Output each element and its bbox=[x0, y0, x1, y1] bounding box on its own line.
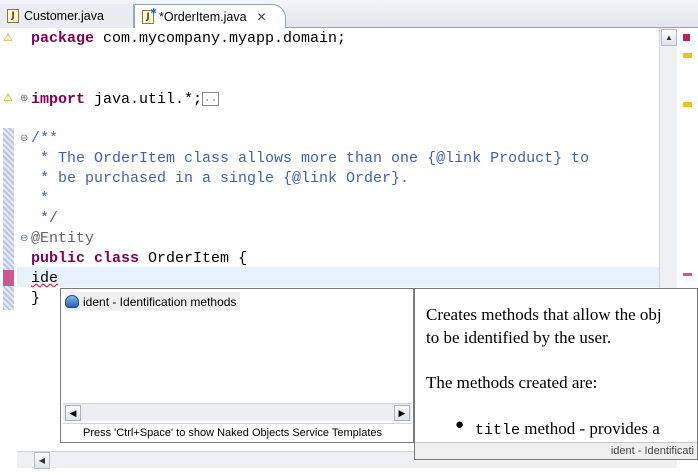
warning-icon[interactable]: ⚠ bbox=[3, 32, 15, 44]
tab-customer-java[interactable]: J Customer.java bbox=[0, 4, 134, 28]
doc-popup-footer: ident - Identificati bbox=[415, 442, 697, 459]
warning-marker[interactable] bbox=[683, 53, 692, 58]
content-assist-popup: ident - Identification methods ◀ ▶ Press… bbox=[60, 288, 414, 443]
code-line-import[interactable]: import java.util.*;.. bbox=[31, 89, 220, 109]
collapse-fold-icon[interactable]: ⊖ bbox=[20, 229, 28, 249]
error-indicator-icon[interactable] bbox=[683, 34, 690, 41]
class-declaration-line[interactable]: public class OrderItem { bbox=[31, 249, 247, 269]
javadoc-line[interactable]: /** bbox=[31, 129, 58, 149]
annotation-line[interactable]: @Entity bbox=[31, 229, 94, 249]
expand-fold-icon[interactable]: ⊕ bbox=[20, 89, 28, 109]
scroll-left-icon[interactable]: ◀ bbox=[34, 452, 50, 469]
editor-tab-bar: J Customer.java J ✱ *OrderItem.java ✕ bbox=[0, 0, 698, 29]
folded-import-box[interactable]: .. bbox=[202, 92, 220, 106]
doc-text-line: The methods created are: bbox=[426, 373, 598, 392]
error-marker[interactable] bbox=[683, 273, 692, 276]
proposal-horizontal-scrollbar[interactable]: ◀ ▶ bbox=[63, 403, 412, 421]
javadoc-line[interactable]: * bbox=[31, 189, 49, 209]
current-line-highlight bbox=[17, 267, 659, 287]
closing-brace-line[interactable]: } bbox=[31, 289, 40, 309]
tab-label: Customer.java bbox=[24, 9, 104, 23]
assist-status-hint: Press 'Ctrl+Space' to show Naked Objects… bbox=[63, 423, 412, 441]
quick-diff-change-marker bbox=[3, 270, 14, 286]
annotation-gutter: ⚠ ⚠ bbox=[0, 28, 17, 451]
scroll-left-icon[interactable]: ◀ bbox=[65, 405, 81, 421]
scroll-right-icon[interactable]: ▶ bbox=[394, 405, 410, 421]
proposal-list-item[interactable]: ident - Identification methods bbox=[65, 292, 241, 311]
code-line-package[interactable]: package com.mycompany.myapp.domain; bbox=[31, 29, 346, 49]
javadoc-line[interactable]: * be purchased in a single {@link Order}… bbox=[31, 169, 409, 189]
doc-bullet-item: title method - provides a bbox=[475, 419, 660, 439]
template-icon bbox=[65, 295, 79, 308]
doc-text-line: Creates methods that allow the obj bbox=[426, 305, 662, 324]
doc-text-line: to be identified by the user. bbox=[426, 328, 612, 347]
typed-text-line[interactable]: ide bbox=[31, 269, 58, 289]
warning-marker[interactable] bbox=[683, 102, 692, 107]
close-icon[interactable]: ✕ bbox=[257, 10, 267, 24]
java-file-icon: J ✱ bbox=[142, 7, 157, 24]
proposal-label: ident - Identification methods bbox=[83, 294, 237, 309]
tab-label: *OrderItem.java bbox=[159, 10, 247, 24]
tab-orderitem-java[interactable]: J ✱ *OrderItem.java ✕ bbox=[134, 4, 286, 29]
collapse-fold-icon[interactable]: ⊖ bbox=[20, 129, 28, 149]
proposal-documentation-popup: Creates methods that allow the obj to be… bbox=[414, 288, 698, 460]
bullet-icon: ● bbox=[455, 417, 465, 433]
scroll-up-icon[interactable]: ▲ bbox=[661, 29, 677, 46]
warning-icon[interactable]: ⚠ bbox=[3, 92, 15, 104]
javadoc-line[interactable]: * The OrderItem class allows more than o… bbox=[31, 149, 589, 169]
javadoc-line[interactable]: */ bbox=[31, 209, 58, 229]
java-file-icon: J bbox=[7, 9, 19, 23]
